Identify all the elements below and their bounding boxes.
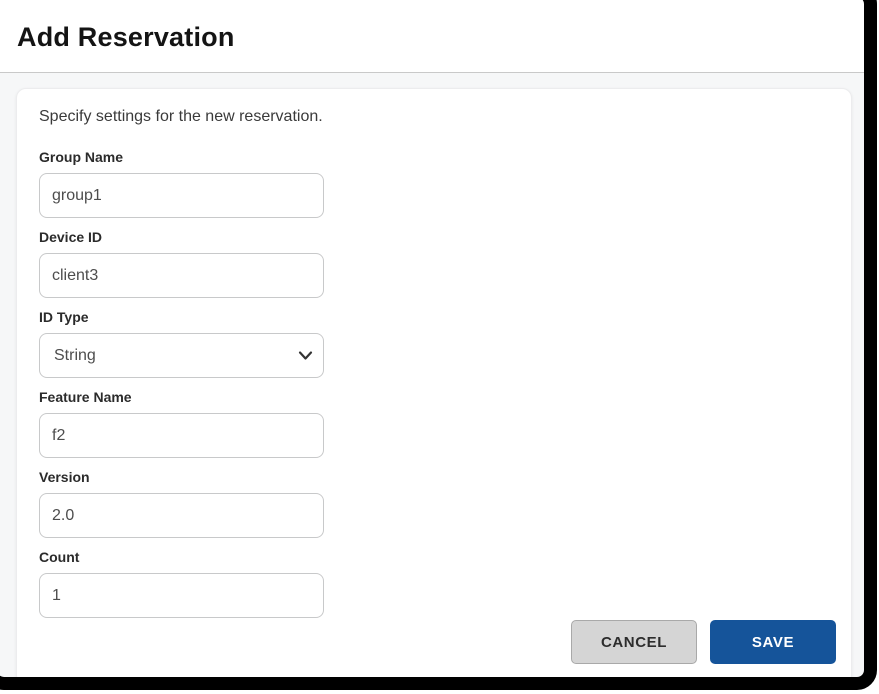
form-intro-text: Specify settings for the new reservation… (39, 107, 836, 127)
id-type-label: ID Type (39, 310, 836, 325)
cancel-button[interactable]: CANCEL (571, 620, 697, 664)
field-group-name: Group Name (39, 150, 836, 218)
save-button[interactable]: SAVE (710, 620, 836, 664)
group-name-label: Group Name (39, 150, 836, 165)
field-device-id: Device ID (39, 230, 836, 298)
dialog-page: Add Reservation Specify settings for the… (0, 0, 864, 690)
count-label: Count (39, 550, 836, 565)
device-id-input[interactable] (39, 253, 324, 298)
reservation-form-card: Specify settings for the new reservation… (16, 88, 852, 685)
field-count: Count (39, 550, 836, 618)
feature-name-input[interactable] (39, 413, 324, 458)
id-type-select[interactable]: String (39, 333, 324, 378)
version-label: Version (39, 470, 836, 485)
page-title: Add Reservation (17, 22, 864, 53)
group-name-input[interactable] (39, 173, 324, 218)
feature-name-label: Feature Name (39, 390, 836, 405)
id-type-select-wrap: String (39, 333, 324, 378)
count-input[interactable] (39, 573, 324, 618)
page-body: Specify settings for the new reservation… (0, 73, 864, 690)
screenshot-stage: Add Reservation Specify settings for the… (0, 0, 879, 694)
field-feature-name: Feature Name (39, 390, 836, 458)
version-input[interactable] (39, 493, 324, 538)
page-header: Add Reservation (0, 0, 864, 73)
dialog-actions: CANCEL SAVE (39, 620, 836, 678)
field-version: Version (39, 470, 836, 538)
field-id-type: ID Type String (39, 310, 836, 378)
device-id-label: Device ID (39, 230, 836, 245)
